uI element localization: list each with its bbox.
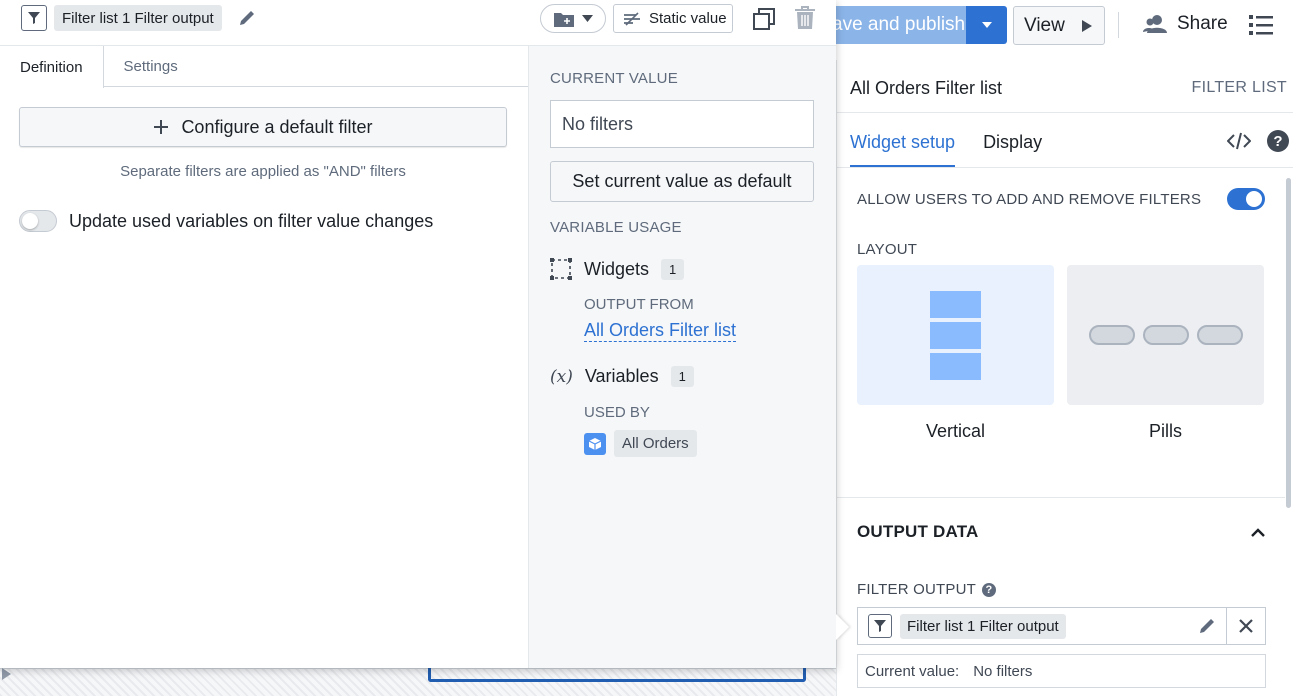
cube-icon [584, 432, 606, 455]
layout-option-vertical-label: Vertical [925, 421, 986, 441]
share-label: Share [1177, 13, 1228, 34]
output-from-label: OUTPUT FROM [584, 296, 694, 313]
share-button[interactable]: Share [1143, 13, 1228, 35]
current-value-field: No filters [550, 100, 814, 148]
panel-tabs: Widget setup Display [850, 132, 1042, 168]
filter-output-label: FILTER OUTPUT [857, 581, 976, 598]
duplicate-icon[interactable] [752, 7, 776, 31]
widgets-usage-row: Widgets 1 [550, 258, 685, 280]
panel-divider [837, 112, 1293, 113]
panel-scrollbar[interactable] [1286, 178, 1291, 508]
tab-definition[interactable]: Definition [0, 46, 104, 88]
variable-name-chip: Filter list 1 Filter output [54, 5, 222, 31]
view-label: View [1024, 14, 1065, 36]
output-data-header[interactable]: OUTPUT DATA [857, 522, 1265, 542]
allow-add-remove-toggle[interactable] [1227, 188, 1265, 210]
variables-count: 1 [670, 366, 694, 387]
trash-icon[interactable] [794, 6, 816, 30]
static-value-icon [624, 11, 640, 26]
caret-down-icon [981, 22, 992, 28]
folder-new-icon [553, 12, 574, 27]
variable-popover: Filter list 1 Filter output Static value… [0, 0, 836, 668]
filter-output-field[interactable]: Filter list 1 Filter output [857, 607, 1266, 645]
variable-icon: (x) [550, 366, 573, 387]
code-icon[interactable] [1227, 132, 1251, 150]
popover-value-pane: CURRENT VALUE No filters Set current val… [529, 46, 836, 668]
pills-layout-icon [1088, 325, 1243, 345]
allow-add-remove-row: ALLOW USERS TO ADD AND REMOVE FILTERS [857, 188, 1265, 210]
chevron-up-icon[interactable] [1251, 527, 1265, 537]
variables-usage-row: (x) Variables 1 [550, 366, 694, 387]
output-current-value: Current value: No filters [857, 654, 1266, 688]
section-divider [837, 497, 1285, 498]
edit-icon[interactable] [1197, 616, 1217, 636]
play-icon [2, 668, 11, 680]
vertical-layout-icon [930, 290, 981, 380]
output-data-title: OUTPUT DATA [857, 522, 979, 541]
allow-add-remove-label: ALLOW USERS TO ADD AND REMOVE FILTERS [857, 190, 1202, 208]
configure-default-filter-button[interactable]: Configure a default filter [19, 107, 507, 147]
static-value-button[interactable]: Static value [613, 4, 733, 33]
help-icon[interactable]: ? [1267, 130, 1289, 152]
used-by-item[interactable]: All Orders [584, 430, 697, 457]
current-value-label: CURRENT VALUE [550, 70, 678, 87]
tab-widget-setup[interactable]: Widget setup [850, 132, 956, 168]
layout-option-pills-label: Pills [1148, 421, 1182, 441]
widget-title: All Orders Filter list [850, 78, 1003, 98]
save-and-publish-label: ave and publish [832, 14, 966, 35]
filter-output-label-row: FILTER OUTPUT ? [857, 581, 996, 598]
plus-icon [154, 120, 169, 134]
widget-kind: FILTER LIST [1191, 79, 1287, 96]
set-current-as-default-label: Set current value as default [572, 171, 792, 191]
output-from-link[interactable]: All Orders Filter list [584, 320, 737, 342]
widget-config-panel: All Orders Filter list FILTER LIST Widge… [836, 60, 1293, 696]
caret-down-icon [581, 15, 593, 22]
update-variables-label: Update used variables on filter value ch… [69, 210, 434, 231]
tab-settings[interactable]: Settings [104, 46, 198, 87]
panel-tools: ? [1227, 130, 1289, 152]
current-value-text: No filters [562, 113, 634, 134]
filter-output-chip: Filter list 1 Filter output [900, 613, 1066, 639]
filter-icon [21, 5, 47, 31]
static-value-label: Static value [649, 10, 727, 27]
output-current-value-text: No filters [973, 662, 1033, 680]
popover-definition-pane: Definition Settings Configure a default … [0, 46, 529, 668]
publish-options-button[interactable] [966, 6, 1007, 44]
properties-list-icon[interactable] [1248, 12, 1274, 38]
variables-label: Variables [584, 366, 659, 386]
output-current-value-label: Current value: [865, 662, 960, 680]
and-filters-note: Separate filters are applied as "AND" fi… [120, 163, 406, 180]
layout-option-vertical[interactable] [857, 265, 1054, 405]
popover-tabs: Definition Settings [0, 46, 528, 88]
variable-usage-label: VARIABLE USAGE [550, 219, 682, 236]
close-icon [1239, 619, 1253, 633]
popover-header: Filter list 1 Filter output Static value [0, 0, 836, 46]
update-variables-row: Update used variables on filter value ch… [19, 210, 433, 232]
update-variables-toggle[interactable] [19, 210, 57, 232]
svg-text:?: ? [1273, 133, 1282, 150]
edit-icon[interactable] [237, 8, 257, 28]
play-icon [1081, 19, 1092, 32]
set-current-as-default-button[interactable]: Set current value as default [550, 161, 814, 202]
widgets-count: 1 [661, 258, 685, 280]
folder-menu-button[interactable] [540, 4, 606, 33]
tab-display[interactable]: Display [983, 132, 1042, 168]
configure-default-filter-label: Configure a default filter [181, 116, 373, 137]
save-and-publish-button[interactable]: ave and publish [820, 6, 966, 44]
clear-button[interactable] [1226, 608, 1265, 644]
widget-icon [550, 258, 572, 280]
panel-divider [837, 167, 1293, 168]
layout-option-pills[interactable] [1067, 265, 1264, 405]
topbar-divider [1118, 12, 1119, 38]
layout-label: LAYOUT [857, 241, 918, 258]
filter-icon [868, 614, 892, 638]
used-by-chip: All Orders [614, 430, 697, 457]
view-button[interactable]: View [1013, 6, 1105, 45]
popover-arrow [836, 614, 849, 640]
widgets-label: Widgets [584, 258, 650, 279]
help-icon[interactable]: ? [982, 582, 996, 597]
used-by-label: USED BY [584, 404, 650, 421]
people-icon [1143, 15, 1167, 33]
